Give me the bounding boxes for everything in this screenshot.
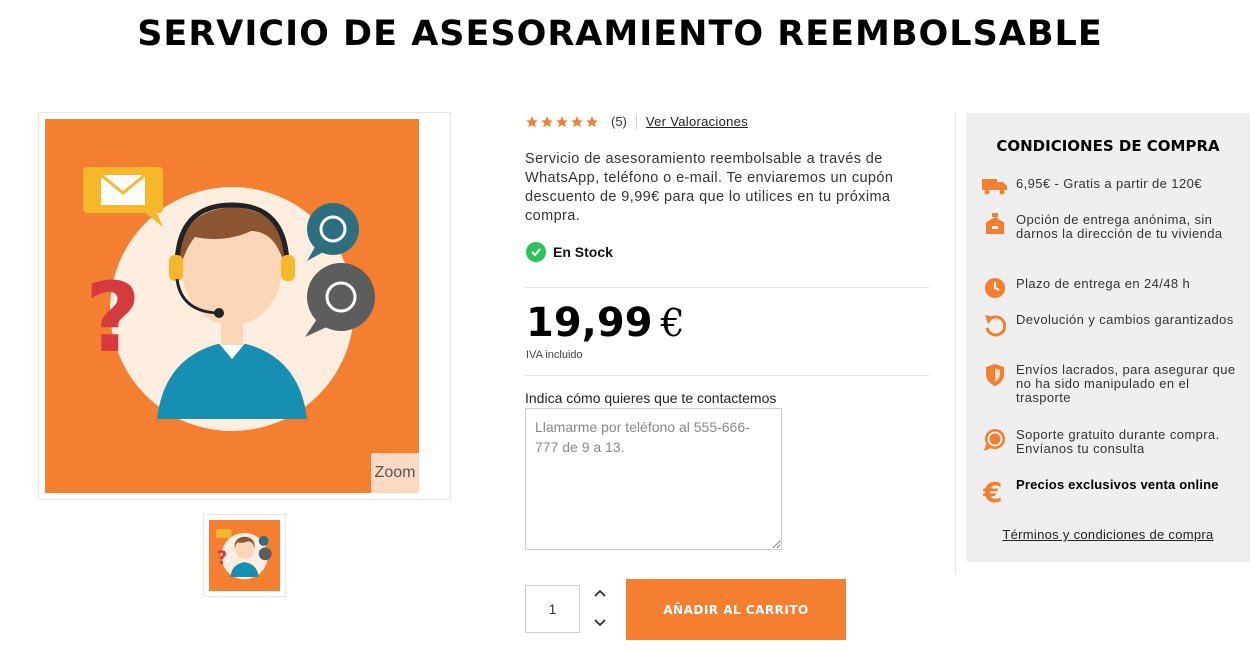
purchase-conditions-panel: CONDICIONES DE COMPRA 6,95€ - Gratis a p… [966,113,1250,562]
divider [635,114,637,129]
svg-text:?: ? [85,262,141,374]
condition-anonymous: Opción de entrega anónima, sin darnos la… [982,213,1244,241]
star-icon [526,115,538,127]
rating-count: (5) [611,114,627,129]
contact-label: Indica cómo quieres que te contactemos [525,390,777,406]
chevron-up-icon[interactable] [590,583,610,603]
product-price: 19,99 € [526,300,685,346]
chevron-down-icon[interactable] [590,613,610,633]
stock-status: En Stock [526,242,613,262]
truck-icon [982,177,1008,203]
check-circle-icon [526,242,546,262]
divider [525,375,929,376]
condition-returns: Devolución y cambios garantizados [982,313,1244,339]
view-reviews-link[interactable]: Ver Valoraciones [646,114,748,129]
clock-icon [982,277,1008,303]
condition-delivery-time: Plazo de entrega en 24/48 h [982,277,1244,303]
rating-stars [525,115,599,129]
support-agent-illustration: ? [45,119,419,493]
conditions-title: CONDICIONES DE COMPRA [996,137,1220,155]
quantity-input[interactable] [525,585,580,633]
thumbnail-illustration: ? [209,520,280,591]
whatsapp-icon [982,428,1008,454]
euro-icon: € [982,478,1008,506]
product-description: Servicio de asesoramiento reembolsable a… [525,151,894,224]
condition-sealed: Envíos lacrados, para asegurar que no ha… [982,363,1244,405]
condition-support: Soporte gratuito durante compra. Envíano… [982,428,1244,456]
divider [955,112,956,574]
anonymous-box-icon [982,213,1008,239]
star-icon [556,115,568,127]
product-main-image[interactable]: ? Zoom [38,112,451,500]
divider [525,287,929,288]
price-currency: € [660,301,685,345]
star-icon [586,115,598,127]
stock-label: En Stock [553,244,613,260]
svg-text:?: ? [217,548,228,569]
product-thumbnail[interactable]: ? [203,514,286,597]
price-value: 19,99 [526,300,653,346]
zoom-button[interactable]: Zoom [371,453,419,493]
vat-note: IVA incluido [526,349,583,361]
terms-link[interactable]: Términos y condiciones de compra [966,527,1250,542]
page-title: SERVICIO DE ASESORAMIENTO REEMBOLSABLE [137,14,1103,54]
star-icon [541,115,553,127]
contact-textarea[interactable] [525,408,782,550]
condition-shipping: 6,95€ - Gratis a partir de 120€ [982,177,1244,203]
return-arrow-icon [982,313,1008,339]
star-icon [571,115,583,127]
condition-exclusive-prices: € Precios exclusivos venta online [982,478,1244,507]
add-to-cart-button[interactable]: AÑADIR AL CARRITO [626,579,846,640]
rating-row: (5) Ver Valoraciones [525,114,748,129]
svg-text:€: € [983,478,1002,506]
shield-icon [982,363,1008,389]
